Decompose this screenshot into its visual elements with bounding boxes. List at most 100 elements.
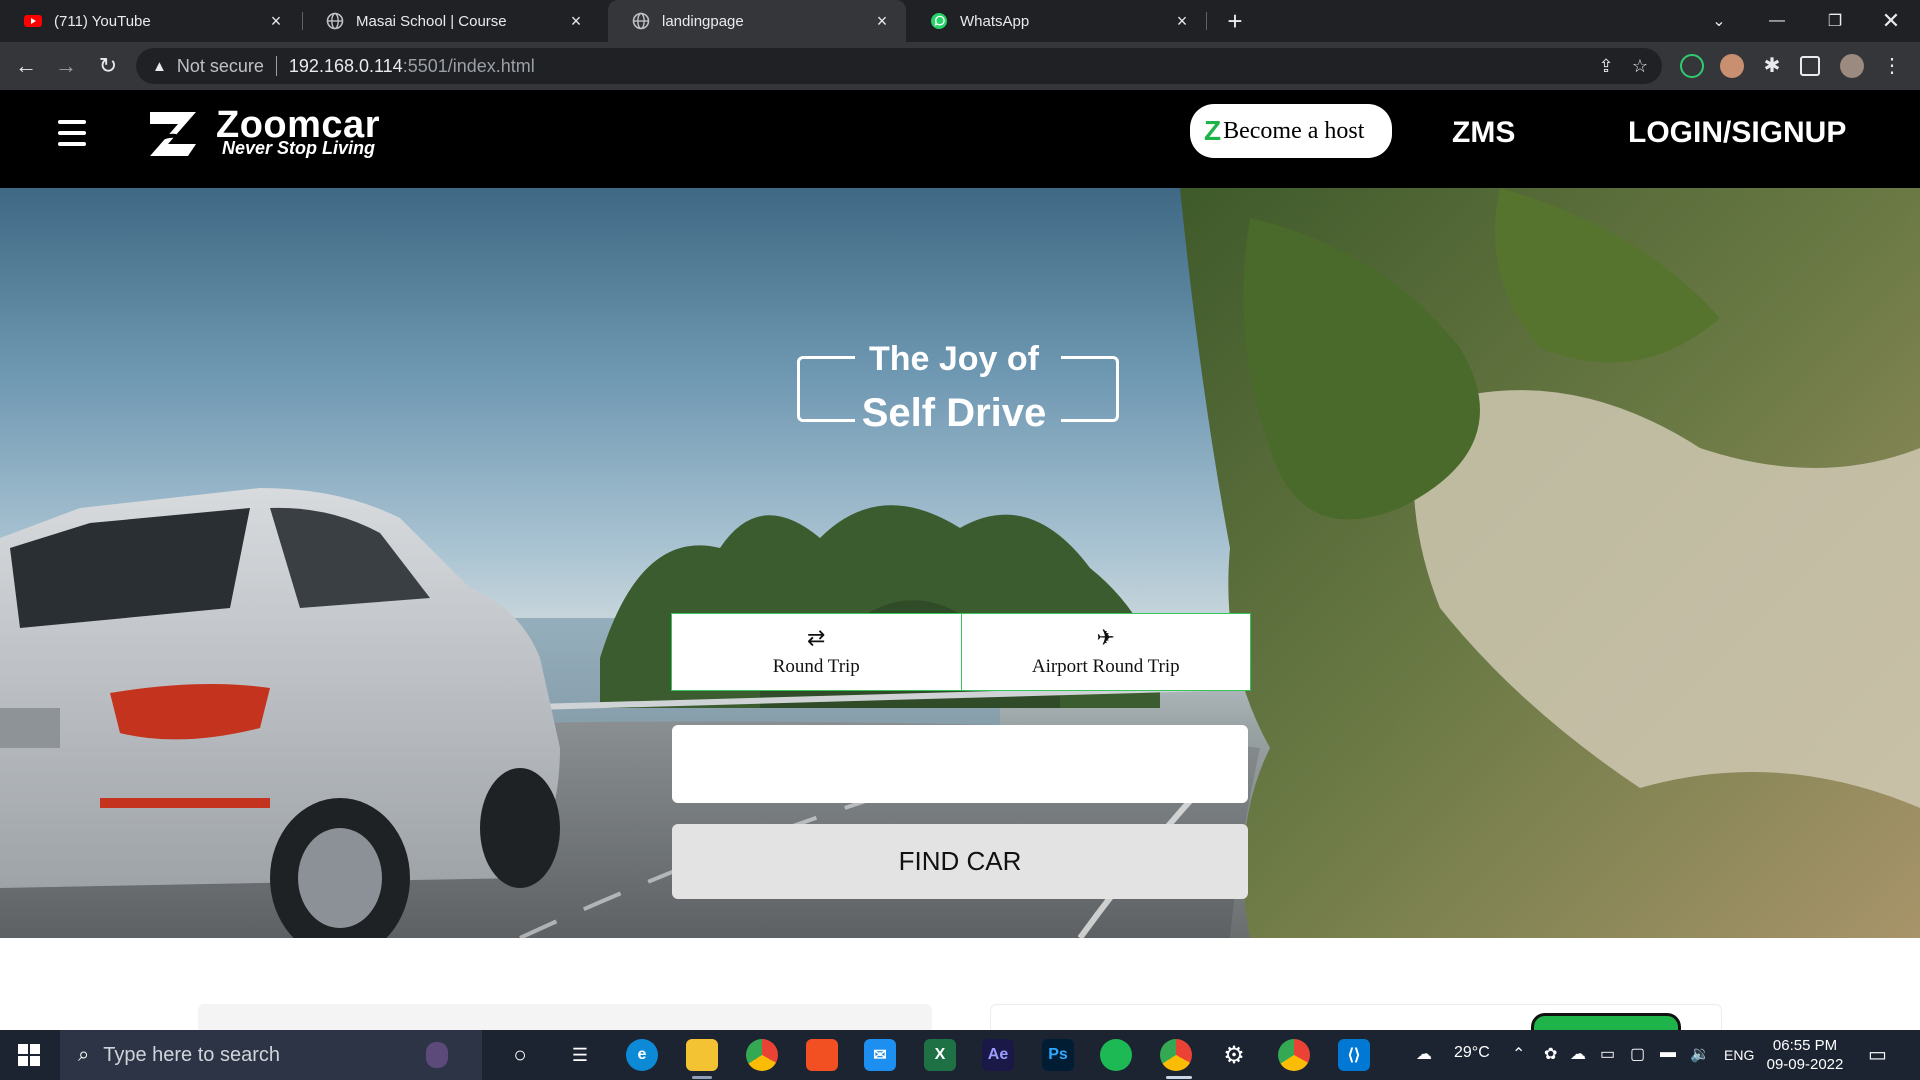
tab-title: landingpage (662, 12, 744, 30)
running-indicator (692, 1076, 712, 1079)
airplane-icon: ✈ (1096, 626, 1115, 651)
chevron-up-icon[interactable]: ⌃ (1512, 1044, 1525, 1064)
after-effects-icon[interactable]: Ae (982, 1039, 1014, 1071)
excel-icon[interactable]: X (924, 1039, 956, 1071)
hero-heading-line1: The Joy of (868, 340, 1040, 378)
feature-card (990, 1004, 1722, 1030)
profile-avatar[interactable] (1840, 54, 1864, 78)
youtube-icon (24, 15, 42, 27)
extensions-puzzle-icon[interactable]: ✱ (1760, 54, 1784, 78)
tab-round-trip[interactable]: ⇄ Round Trip (672, 614, 961, 690)
spotify-icon[interactable] (1100, 1039, 1132, 1071)
forward-button[interactable]: → (52, 52, 80, 80)
close-window-button[interactable]: ✕ (1862, 0, 1920, 42)
tab-masai-school[interactable]: Masai School | Course × (302, 0, 600, 42)
chrome-second-profile-icon[interactable] (1278, 1039, 1310, 1071)
close-icon[interactable]: × (872, 11, 892, 31)
store-icon[interactable] (806, 1039, 838, 1071)
address-bar[interactable]: ▲ Not secure 192.168.0.114:5501/index.ht… (136, 48, 1662, 84)
become-host-button[interactable]: Z Become a host (1190, 104, 1392, 158)
side-panel-icon[interactable] (1800, 56, 1820, 76)
web-page: Zoomcar Never Stop Living Z Become a hos… (0, 90, 1920, 1030)
browser-toolbar: ← → ↻ ▲ Not secure 192.168.0.114:5501/in… (0, 42, 1920, 90)
become-host-label: Become a host (1223, 117, 1365, 144)
browser-menu-icon[interactable]: ⋮ (1880, 54, 1904, 78)
trip-type-tabs: ⇄ Round Trip ✈ Airport Round Trip (671, 613, 1251, 691)
whatsapp-icon (931, 13, 947, 29)
taskbar-search-box[interactable]: ⌕ Type here to search (60, 1030, 482, 1080)
notification-icon[interactable]: ▭ (1868, 1042, 1887, 1067)
promo-graphic (1531, 1013, 1681, 1030)
new-tab-button[interactable]: + (1222, 8, 1248, 34)
tab-title: (711) YouTube (54, 12, 151, 30)
file-explorer-icon[interactable] (686, 1039, 718, 1071)
share-icon[interactable]: ⇪ (1596, 56, 1616, 76)
url-host: 192.168.0.114 (288, 55, 403, 76)
settings-gear-icon[interactable]: ⚙ (1218, 1039, 1250, 1071)
ribbon-icon[interactable] (426, 1042, 448, 1068)
onedrive-icon[interactable]: ☁ (1570, 1044, 1586, 1064)
task-view-icon[interactable]: ○ (504, 1039, 536, 1071)
site-header: Zoomcar Never Stop Living Z Become a hos… (0, 90, 1920, 188)
back-button[interactable]: ← (12, 52, 40, 80)
zoomcar-z-icon: Z (1204, 115, 1222, 146)
close-icon[interactable]: × (566, 11, 586, 31)
nav-login-signup-link[interactable]: LOGIN/SIGNUP (1628, 116, 1846, 150)
address-divider (275, 56, 277, 76)
search-icon: ⌕ (78, 1043, 90, 1066)
tab-landingpage[interactable]: landingpage × (608, 0, 906, 42)
close-icon[interactable]: × (266, 11, 286, 31)
tab-youtube[interactable]: (711) YouTube × (0, 0, 300, 42)
active-indicator (1166, 1076, 1192, 1079)
close-icon[interactable]: × (1172, 11, 1192, 31)
chrome-profile-icon[interactable] (1160, 1039, 1192, 1071)
minimize-button[interactable]: — (1748, 0, 1806, 42)
bookmark-star-icon[interactable]: ☆ (1630, 56, 1650, 76)
weather-cloud-icon[interactable]: ☁ (1416, 1044, 1432, 1064)
meet-now-icon[interactable]: ▭ (1600, 1044, 1615, 1064)
globe-icon (326, 12, 344, 30)
tab-title: WhatsApp (960, 12, 1030, 30)
search-placeholder: Type here to search (103, 1043, 280, 1066)
hero-heading-line2: Self Drive (861, 391, 1047, 435)
weather-temperature[interactable]: 29°C (1454, 1044, 1490, 1062)
system-clock[interactable]: 06:55 PM 09-09-2022 (1760, 1036, 1850, 1074)
hamburger-menu-icon[interactable] (58, 120, 86, 146)
extension-avatar-icon[interactable] (1720, 54, 1744, 78)
language-indicator[interactable]: ENG (1724, 1047, 1754, 1063)
volume-icon[interactable]: 🔉 (1690, 1044, 1710, 1064)
tab-airport-round-trip[interactable]: ✈ Airport Round Trip (960, 614, 1251, 690)
restore-button[interactable]: ❐ (1806, 0, 1864, 42)
vscode-icon[interactable]: ⟨⟩ (1338, 1039, 1370, 1071)
photoshop-icon[interactable]: Ps (1042, 1039, 1074, 1071)
extension-chat-icon[interactable] (1680, 54, 1704, 78)
network-icon[interactable]: ▢ (1630, 1044, 1645, 1064)
nav-zms-link[interactable]: ZMS (1452, 116, 1515, 150)
tab-search-icon[interactable]: ⌄ (1690, 0, 1748, 42)
tray-app-icon[interactable]: ✿ (1544, 1044, 1557, 1064)
brand-tagline: Never Stop Living (222, 138, 376, 158)
edge-icon[interactable]: e (626, 1039, 658, 1071)
tab-title: Masai School | Course (356, 12, 507, 30)
reload-button[interactable]: ↻ (94, 52, 122, 80)
windows-start-icon[interactable] (18, 1044, 40, 1066)
swap-arrows-icon: ⇄ (807, 626, 826, 651)
round-trip-label: Round Trip (772, 656, 860, 677)
security-status[interactable]: Not secure (177, 56, 264, 77)
widgets-icon[interactable]: ☰ (564, 1039, 596, 1071)
tab-whatsapp[interactable]: WhatsApp × (906, 0, 1206, 42)
hero-banner: The Joy of Self Drive ⇄ Round Trip ✈ Air… (0, 188, 1920, 938)
find-car-button[interactable]: FIND CAR (672, 824, 1248, 899)
battery-icon[interactable]: ▬ (1660, 1044, 1676, 1062)
mail-icon[interactable]: ✉ (864, 1039, 896, 1071)
browser-tab-strip: (711) YouTube × Masai School | Course × … (0, 0, 1920, 42)
windows-taskbar: ⌕ Type here to search ○ ☰ e ✉ X Ae Ps ⚙ … (0, 1030, 1920, 1080)
location-input[interactable] (672, 725, 1248, 803)
zoomcar-logo-icon[interactable] (146, 106, 200, 160)
clock-time: 06:55 PM (1772, 1037, 1838, 1054)
airport-round-trip-label: Airport Round Trip (1031, 656, 1180, 677)
warning-icon: ▲ (152, 57, 167, 75)
chrome-icon[interactable] (746, 1039, 778, 1071)
globe-icon (632, 12, 650, 30)
clock-date: 09-09-2022 (1766, 1056, 1844, 1073)
